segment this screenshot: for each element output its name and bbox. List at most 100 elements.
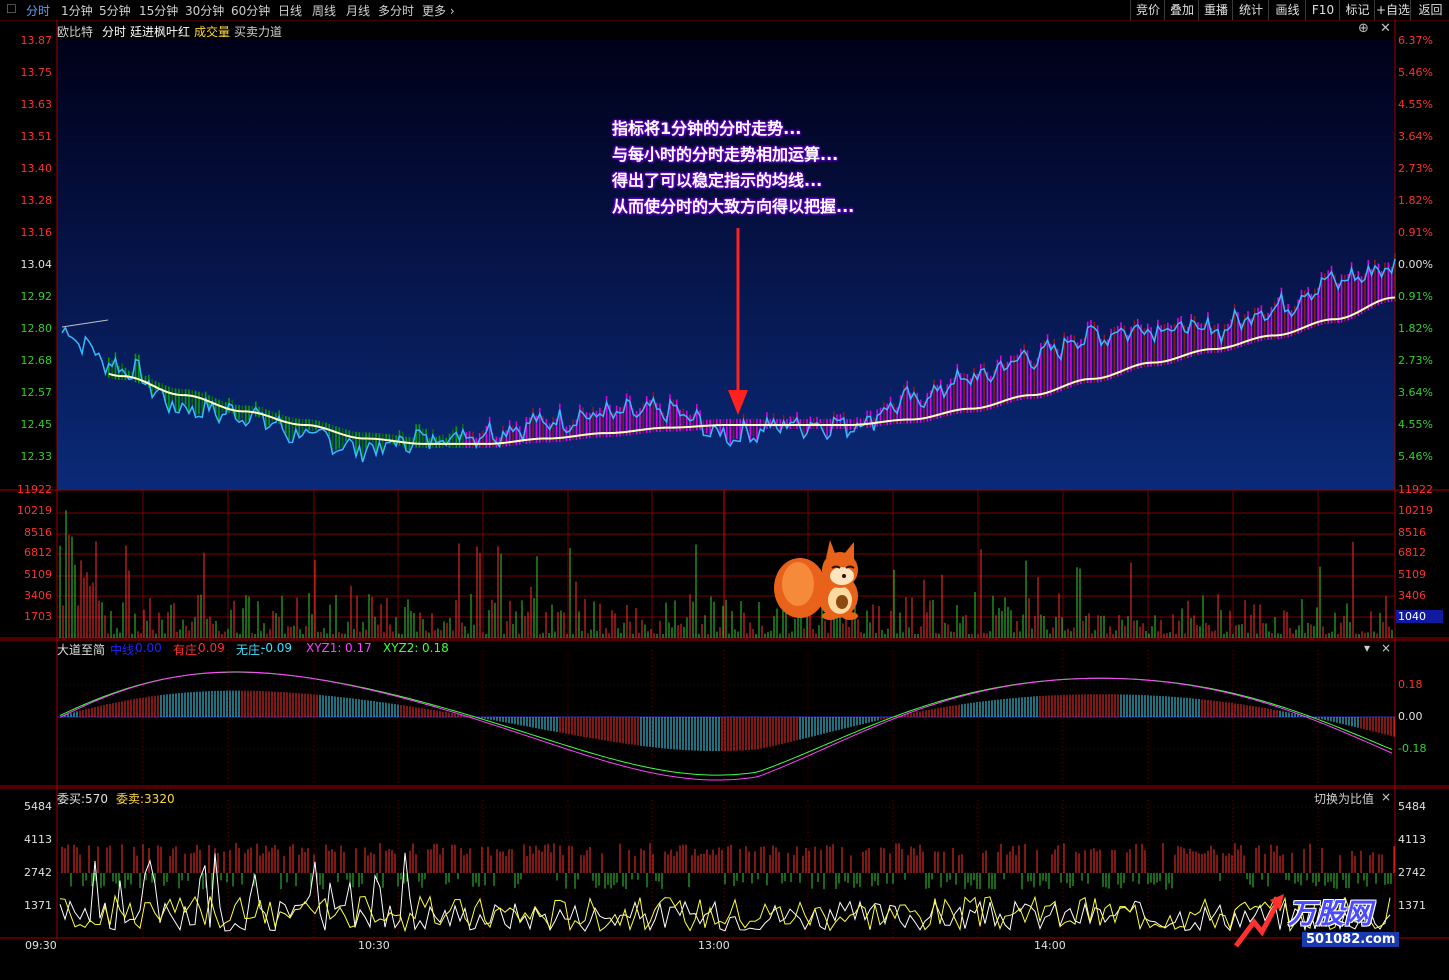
- toolbar-button-5[interactable]: F10: [1305, 0, 1340, 20]
- period-tab-2[interactable]: 5分钟: [99, 2, 131, 19]
- percent-tick-label: 4.55%: [1398, 98, 1433, 111]
- period-tab-10[interactable]: 更多 ›: [422, 2, 455, 19]
- osc-name: 大道至简: [57, 643, 106, 657]
- price-tick-label: 12.80: [20, 322, 53, 335]
- toolbar-button-7[interactable]: +自选: [1374, 0, 1411, 20]
- sell-order-label: 委卖:3320: [116, 792, 175, 806]
- percent-tick-label: 1.82%: [1398, 322, 1433, 335]
- toolbar-button-2[interactable]: 重播: [1198, 0, 1233, 20]
- buy-order-label: 委买:570: [57, 792, 108, 806]
- period-tab-0[interactable]: 分时: [26, 2, 50, 19]
- osc-item-label: XYZ1:: [306, 641, 342, 655]
- period-tab-1[interactable]: 1分钟: [61, 2, 93, 19]
- volume-current-badge: 1040: [1396, 610, 1443, 623]
- checkbox-icon[interactable]: ☐: [6, 2, 17, 16]
- rising-arrow-icon: [1234, 894, 1284, 948]
- watermark-logo: 万股网 501082.com: [1232, 888, 1432, 958]
- period-tab-5[interactable]: 60分钟: [231, 2, 270, 19]
- order-tick-label-right: 4113: [1398, 833, 1426, 846]
- xyz2-line: [59, 671, 1393, 776]
- volume-tick-label-left: 5109: [24, 568, 52, 581]
- price-tick-label: 12.68: [20, 354, 53, 367]
- order-tick-label-left: 1371: [24, 899, 52, 912]
- volume-tick-label-left: 1703: [24, 610, 52, 623]
- period-tab-4[interactable]: 30分钟: [185, 2, 224, 19]
- osc-tick-label: 0.00: [1398, 710, 1423, 723]
- osc-item-value: 0.00: [135, 641, 162, 655]
- percent-tick-label: 5.46%: [1398, 66, 1433, 79]
- toolbar-button-0[interactable]: 竞价: [1130, 0, 1165, 20]
- squirrel-mascot-icon: [774, 540, 858, 620]
- fenshi-label[interactable]: 分时: [102, 23, 126, 40]
- period-toolbar: 分时 1分钟 5分钟 15分钟 30分钟 60分钟 日线 周线 月线 多分时 更多 › ☐ 竞价 叠加 重播…: [0, 0, 1449, 21]
- toolbar-button-4[interactable]: 画线: [1268, 0, 1306, 20]
- price-tick-label: 13.40: [20, 162, 53, 175]
- price-tick-label: 13.63: [20, 98, 53, 111]
- osc-item-value: 0.18: [422, 641, 449, 655]
- osc-item-label: 有庄:: [173, 643, 202, 657]
- order-tick-label-left: 2742: [24, 866, 52, 879]
- annotation-line: 指标将1分钟的分时走势...: [612, 119, 802, 138]
- osc-item-label: 中线:: [110, 643, 139, 657]
- osc-item-label: 无庄:: [236, 643, 265, 657]
- percent-tick-label: 6.37%: [1398, 34, 1433, 47]
- close-icon[interactable]: ×: [1381, 641, 1391, 655]
- price-tick-label: 13.51: [20, 130, 53, 143]
- time-tick-label: 10:30: [358, 939, 390, 952]
- sell-order-line: [59, 894, 1391, 933]
- volume-label[interactable]: 成交量: [194, 23, 230, 40]
- period-tab-7[interactable]: 周线: [312, 2, 336, 19]
- percent-tick-label: 3.64%: [1398, 386, 1433, 399]
- volume-tick-label-right: 10219: [1398, 504, 1433, 517]
- order-tick-label-right: 2742: [1398, 866, 1426, 879]
- plus-circle-icon[interactable]: ⊕: [1358, 21, 1369, 36]
- annotation-line: 得出了可以稳定指示的均线...: [612, 171, 823, 190]
- time-tick-label: 13:00: [698, 939, 730, 952]
- price-tick-label: 13.16: [20, 226, 53, 239]
- volume-tick-label-right: 5109: [1398, 568, 1426, 581]
- switch-ratio-button[interactable]: 切换为比值: [1314, 790, 1374, 807]
- price-tick-label: 12.33: [20, 450, 53, 463]
- price-tick-label: 13.04: [20, 258, 53, 271]
- toolbar-button-3[interactable]: 统计: [1232, 0, 1269, 20]
- percent-tick-label: 0.91%: [1398, 226, 1433, 239]
- price-tick-label: 13.87: [20, 34, 53, 47]
- volume-tick-label-left: 6812: [24, 546, 52, 559]
- indicator-label[interactable]: 廷进枫叶红: [130, 23, 190, 40]
- order-tick-label-left: 5484: [24, 800, 52, 813]
- percent-tick-label: 0.91%: [1398, 290, 1433, 303]
- period-tab-9[interactable]: 多分时: [378, 2, 414, 19]
- toolbar-button-1[interactable]: 叠加: [1164, 0, 1199, 20]
- percent-tick-label: 5.46%: [1398, 450, 1433, 463]
- period-tab-3[interactable]: 15分钟: [139, 2, 178, 19]
- percent-tick-label: 2.73%: [1398, 162, 1433, 175]
- volume-tick-label-right: 11922: [1398, 483, 1433, 496]
- dropdown-icon[interactable]: ▾: [1364, 641, 1370, 655]
- osc-tick-label: 0.18: [1398, 678, 1423, 691]
- volume-tick-label-left: 10219: [17, 504, 52, 517]
- close-icon[interactable]: ×: [1381, 790, 1391, 804]
- percent-tick-label: 0.00%: [1398, 258, 1433, 271]
- price-tick-label: 12.57: [20, 386, 53, 399]
- period-tab-8[interactable]: 月线: [346, 2, 370, 19]
- volume-tick-label-left: 11922: [17, 483, 52, 496]
- volume-tick-label-right: 3406: [1398, 589, 1426, 602]
- volume-tick-label-left: 8516: [24, 526, 52, 539]
- maimai-label[interactable]: 买卖力道: [234, 23, 282, 40]
- percent-tick-label: 1.82%: [1398, 194, 1433, 207]
- time-tick-label: 14:00: [1034, 939, 1066, 952]
- close-icon[interactable]: ✕: [1380, 21, 1391, 36]
- annotation-line: 与每小时的分时走势相加运算...: [612, 145, 839, 164]
- stock-name: 欧比特: [57, 25, 94, 39]
- volume-tick-label-right: 8516: [1398, 526, 1426, 539]
- osc-item-value: 0.17: [345, 641, 372, 655]
- toolbar-button-8[interactable]: 返回: [1410, 0, 1449, 20]
- period-tab-6[interactable]: 日线: [278, 2, 302, 19]
- xyz1-line: [59, 671, 1393, 781]
- toolbar-button-6[interactable]: 标记: [1339, 0, 1375, 20]
- osc-tick-label: -0.18: [1398, 742, 1427, 755]
- price-tick-label: 12.92: [20, 290, 53, 303]
- osc-item-label: XYZ2:: [383, 641, 419, 655]
- time-tick-label: 09:30: [25, 939, 57, 952]
- price-tick-label: 13.75: [20, 66, 53, 79]
